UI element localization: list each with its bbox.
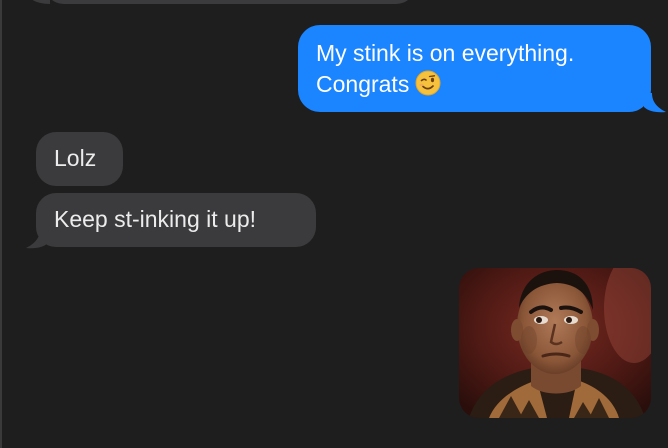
- incoming-bubble-tail: [32, 0, 50, 4]
- incoming-message-bubble-partial[interactable]: [44, 0, 416, 4]
- window-left-border: [0, 0, 2, 448]
- message-text: Keep st-inking it up!: [54, 206, 257, 232]
- message-text-line-1: My stink is on everything.: [316, 40, 575, 66]
- portrait-photo: [459, 268, 651, 418]
- message-text-line-2: Congrats: [316, 69, 651, 100]
- message-text-congrats: Congrats: [316, 71, 410, 97]
- incoming-message-bubble[interactable]: Lolz: [36, 132, 123, 186]
- photo-attachment[interactable]: [459, 268, 651, 418]
- incoming-bubble-tail: [26, 229, 48, 249]
- message-text: Lolz: [54, 145, 97, 171]
- incoming-message-bubble[interactable]: Keep st-inking it up!: [36, 193, 316, 247]
- outgoing-message-bubble[interactable]: My stink is on everything. Congrats: [298, 25, 651, 112]
- outgoing-bubble-tail: [644, 93, 666, 113]
- winking-face-icon: [415, 70, 441, 96]
